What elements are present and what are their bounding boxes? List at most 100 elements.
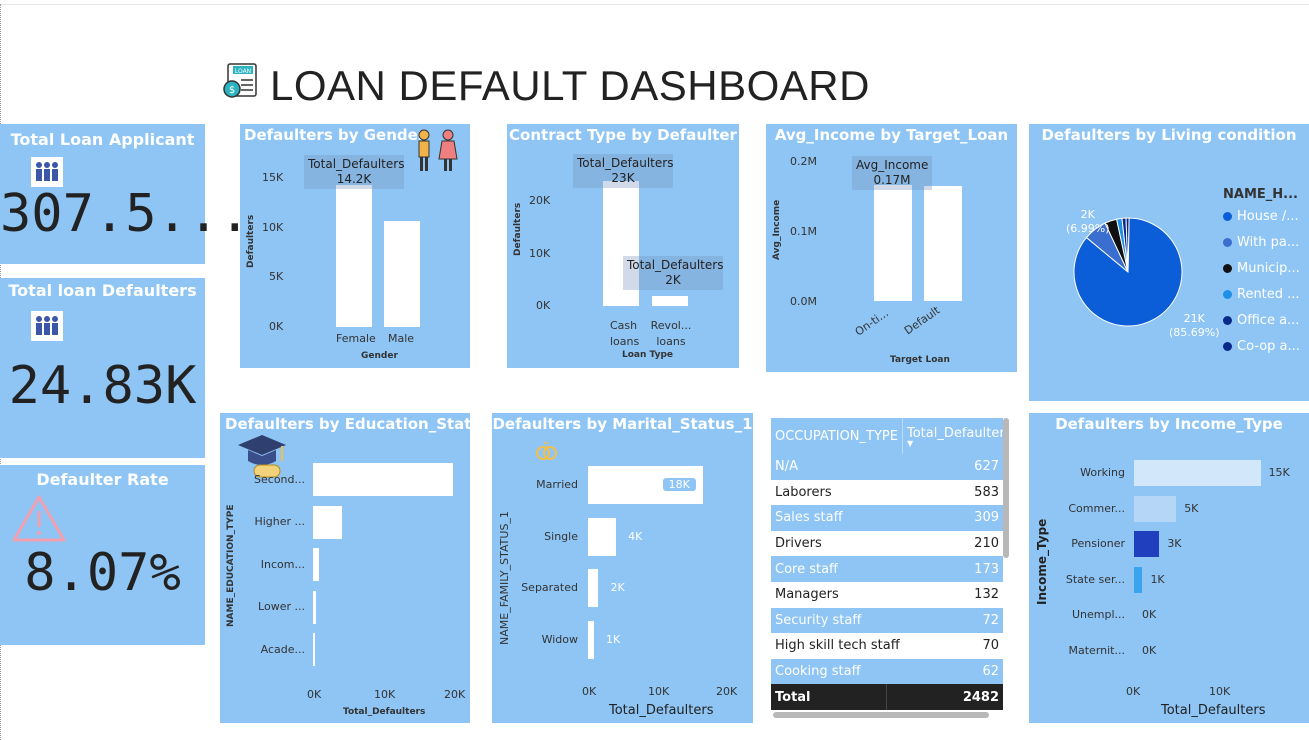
legend-label: Co-op a...: [1237, 339, 1300, 354]
table-row[interactable]: Core staff 173: [771, 556, 1003, 582]
occupation-value: 173: [974, 561, 999, 577]
kpi-total-defaulters[interactable]: Total loan Defaulters 24.83K: [0, 278, 205, 458]
y-tick: Working: [1080, 466, 1125, 479]
bar-default[interactable]: [924, 186, 962, 301]
y-tick: 10K: [262, 221, 284, 234]
bar[interactable]: [1134, 566, 1143, 593]
horizontal-scrollbar[interactable]: [773, 712, 989, 718]
pie-label-pct: (85.69%): [1169, 326, 1220, 339]
legend-item[interactable]: Co-op a...: [1223, 339, 1300, 354]
y-tick: Widow: [541, 632, 578, 646]
chart-title: Contract Type by Defaulter: [509, 126, 737, 144]
page-title: LOAN DEFAULT DASHBOARD: [270, 62, 870, 109]
marital-chart-panel[interactable]: Defaulters by Marital_Status_1 NAME_FAMI…: [492, 413, 753, 723]
y-tick: 15K: [262, 171, 284, 184]
legend-marker-icon: [1223, 342, 1232, 351]
y-tick: Maternit...: [1068, 643, 1125, 657]
bar-male[interactable]: [384, 221, 420, 327]
contract-chart-panel[interactable]: Contract Type by Defaulter Defaulters 20…: [507, 124, 739, 368]
x-tick-cash: Cash loans: [610, 318, 639, 350]
kpi-value: 307.5...: [0, 184, 251, 244]
bar[interactable]: [313, 548, 320, 581]
bar[interactable]: [1134, 460, 1261, 486]
x-tick: 10K: [648, 685, 670, 698]
bar[interactable]: [588, 620, 594, 659]
occupation-table[interactable]: OCCUPATION_TYPE Total_Defaulter ▼: [771, 418, 1003, 454]
y-tick: 20K: [529, 194, 551, 207]
x-tick-line: loans: [656, 335, 686, 348]
chart-title: Defaulters by Living condition: [1041, 126, 1297, 144]
occupation-name: Drivers: [775, 536, 822, 552]
gender-chart-panel[interactable]: Defaulters by Gender Defaulters 15K 10K …: [240, 124, 470, 368]
legend-label: Office a...: [1237, 313, 1300, 328]
legend-item[interactable]: House /...: [1223, 209, 1299, 224]
x-axis-title: Target Loan: [890, 355, 950, 365]
table-row[interactable]: High skill tech staff 70: [771, 633, 1003, 659]
svg-text:$: $: [229, 85, 235, 96]
legend-marker-icon: [1223, 238, 1232, 247]
table-row[interactable]: Drivers 210: [771, 530, 1003, 557]
kpi-value: 24.83K: [8, 356, 197, 416]
income-type-chart-panel[interactable]: Defaulters by Income_Type Income_Type 0K…: [1029, 413, 1309, 723]
income-target-chart-panel[interactable]: Avg_Income by Target_Loan Avg_Income 0.2…: [766, 124, 1017, 372]
kpi-defaulter-rate[interactable]: Defaulter Rate 8.07%: [0, 465, 205, 645]
y-axis-title: Avg_Income: [772, 199, 782, 260]
x-tick: 0K: [1126, 685, 1141, 698]
table-row[interactable]: Sales staff 309: [771, 505, 1003, 531]
occupation-table-panel[interactable]: OCCUPATION_TYPE Total_Defaulter ▼ N/A 627 L…: [771, 418, 1011, 720]
data-label: 1K: [606, 632, 621, 646]
y-tick: Higher ...: [254, 515, 305, 528]
y-tick: Pensioner: [1071, 537, 1125, 550]
bar[interactable]: [313, 463, 454, 496]
legend-item[interactable]: Office a...: [1223, 313, 1299, 328]
tooltip-value: 2K: [665, 273, 681, 287]
bar[interactable]: [588, 517, 617, 556]
kpi-title: Total Loan Applicant: [10, 130, 195, 149]
column-header-total[interactable]: Total_Defaulter ▼: [902, 418, 1003, 454]
occupation-name: Managers: [775, 587, 839, 603]
occupation-name: Cooking staff: [775, 664, 861, 680]
chart-title: Avg_Income by Target_Loan: [774, 126, 1009, 144]
table-row[interactable]: Security staff 72: [771, 607, 1003, 634]
education-chart-panel[interactable]: Defaulters by Education_Status NAME_EDUC…: [220, 413, 475, 723]
tooltip-value: 23K: [611, 171, 635, 185]
legend-item[interactable]: With pa...: [1223, 235, 1299, 250]
bar[interactable]: [313, 590, 316, 624]
y-tick: 0.2M: [790, 155, 817, 168]
table-row[interactable]: N/A 627: [771, 454, 1003, 480]
legend-item[interactable]: Rented ...: [1223, 287, 1300, 302]
bar[interactable]: [313, 633, 315, 666]
bar-revolving-loans[interactable]: [652, 296, 688, 306]
tooltip-label: Total_Defaulters: [627, 258, 724, 272]
occupation-value: 627: [974, 459, 999, 475]
x-tick: 20K: [444, 688, 466, 701]
y-tick: Acade...: [260, 642, 305, 656]
occupation-value: 132: [974, 587, 999, 603]
bar[interactable]: [1134, 531, 1160, 557]
living-chart-panel[interactable]: Defaulters by Living condition 2K (6.99%…: [1029, 124, 1309, 401]
tooltip-value: 14.2K: [336, 172, 372, 186]
bar[interactable]: [313, 505, 342, 539]
y-tick: Separated: [521, 581, 578, 594]
vertical-scrollbar[interactable]: [1003, 418, 1009, 558]
y-tick: 0.1M: [790, 225, 817, 238]
table-row[interactable]: Laborers 583: [771, 479, 1003, 506]
bar-female[interactable]: [336, 185, 372, 327]
table-row[interactable]: Cooking staff 62: [771, 658, 1003, 685]
bar[interactable]: [1134, 495, 1177, 522]
top-edge: [0, 0, 1309, 5]
legend-item[interactable]: Municip...: [1223, 261, 1300, 276]
bar-on-time[interactable]: [874, 185, 912, 301]
column-header-occupation[interactable]: OCCUPATION_TYPE: [771, 418, 903, 454]
people-icon: [31, 311, 63, 341]
bar[interactable]: [588, 569, 599, 607]
x-axis-title: Gender: [361, 351, 398, 361]
occupation-value: 309: [974, 510, 999, 526]
x-tick: 20K: [716, 685, 738, 698]
y-tick: 0.0M: [790, 295, 817, 308]
table-row[interactable]: Managers 132: [771, 581, 1003, 608]
kpi-total-applicants[interactable]: Total Loan Applicant 307.5...: [0, 124, 251, 264]
data-label: 4K: [628, 529, 643, 543]
legend-label: Rented ...: [1237, 287, 1300, 302]
tooltip: Total_Defaulters 2K: [623, 256, 723, 290]
